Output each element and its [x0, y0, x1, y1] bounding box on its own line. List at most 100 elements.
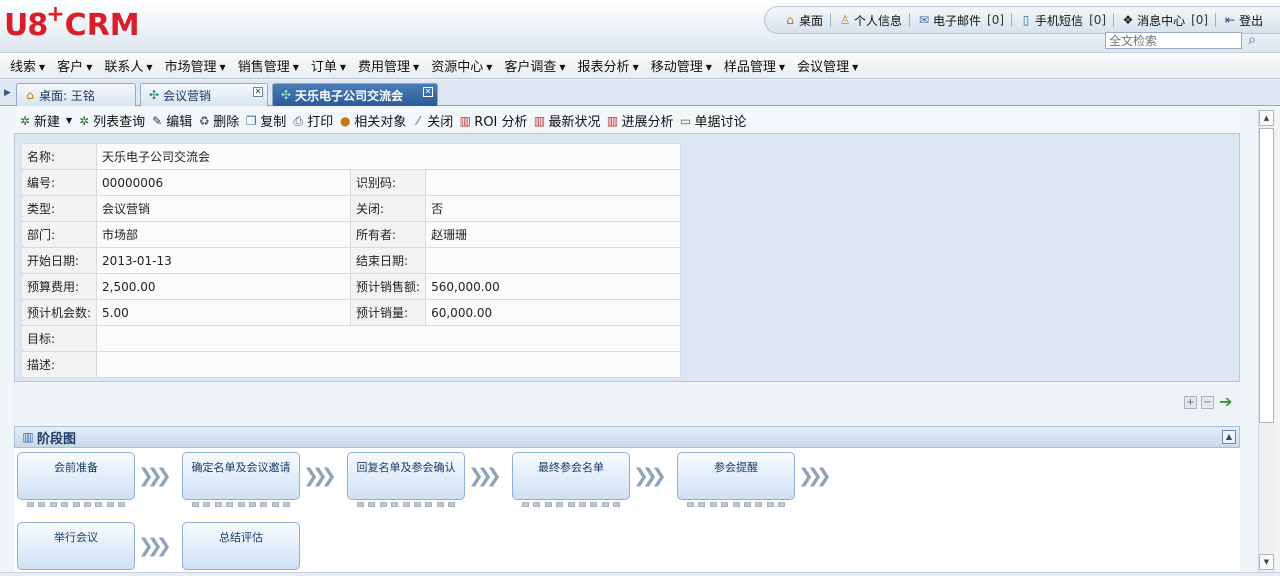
sms-count: [0]	[1089, 13, 1107, 27]
chart-icon: ▥	[459, 113, 471, 128]
roi-analysis-button[interactable]: ▥ ROI 分析	[458, 111, 528, 131]
profile-link[interactable]: ♙ 个人信息	[838, 12, 902, 29]
desk-link[interactable]: ⌂ 桌面	[783, 12, 823, 29]
menu-leads[interactable]: 线索 ▼	[10, 56, 45, 75]
progress-chart-icon: ▥	[606, 113, 619, 128]
name-label: 名称:	[20, 143, 98, 170]
menu-meetings[interactable]: 会议管理 ▼	[797, 56, 858, 75]
collapse-icon[interactable]: ▲	[1222, 430, 1236, 444]
expected-opps-label: 预计机会数:	[20, 299, 98, 326]
print-button[interactable]: ⎙ 打印	[291, 111, 333, 131]
logo-plus: +	[46, 2, 65, 27]
stage-arrow-icon: ❯❯❯	[303, 465, 337, 487]
section-spacer	[14, 384, 1240, 424]
stage-box[interactable]: 确定名单及会议邀请	[182, 452, 300, 500]
stage-arrow-icon: ❯❯❯	[468, 465, 502, 487]
type-label: 类型:	[20, 195, 98, 222]
sms-link[interactable]: ▯ 手机短信 [0]	[1019, 12, 1106, 29]
scroll-up-icon[interactable]: ▲	[1259, 110, 1274, 126]
related-objects-button[interactable]: ● 相关对象	[338, 111, 406, 131]
logout-link[interactable]: ⇤ 登出	[1223, 12, 1263, 29]
owner-label: 所有者:	[350, 221, 427, 248]
end-date-value	[425, 247, 682, 274]
dept-value: 市场部	[96, 221, 352, 248]
latest-status-button[interactable]: ▥ 最新状况	[533, 111, 601, 131]
list-query-button[interactable]: ✲ 列表查询	[77, 111, 145, 131]
tab-scroll-left-icon[interactable]: ▶	[4, 82, 12, 104]
status-chart-icon: ▥	[533, 113, 546, 128]
menu-contacts[interactable]: 联系人 ▼	[104, 56, 152, 75]
close-icon[interactable]: ✕	[253, 87, 263, 97]
trash-icon: ♻	[198, 113, 210, 128]
user-icon: ♙	[839, 13, 851, 27]
idcode-value	[425, 169, 682, 196]
closed-value: 否	[425, 195, 682, 222]
expand-all-icon[interactable]: +	[1184, 396, 1197, 409]
goal-value	[96, 325, 682, 352]
logo-u8: U8	[4, 8, 48, 43]
close-icon[interactable]: ✕	[423, 87, 433, 97]
budget-label: 预算费用:	[20, 273, 98, 300]
menu-expenses[interactable]: 费用管理 ▼	[358, 56, 419, 75]
menu-mobile[interactable]: 移动管理 ▼	[651, 56, 712, 75]
stage-arrow-icon: ❯❯❯	[798, 465, 832, 487]
stage-progress	[677, 502, 795, 508]
stage-box[interactable]: 会前准备	[17, 452, 135, 500]
tab-desktop[interactable]: ⌂ 桌面: 王铭	[16, 83, 136, 106]
stage-arrow-icon: ❯❯❯	[138, 465, 172, 487]
dept-label: 部门:	[20, 221, 98, 248]
edit-button[interactable]: ✎ 编辑	[150, 111, 192, 131]
meeting-icon: ✣	[148, 88, 160, 102]
menu-reports[interactable]: 报表分析 ▼	[578, 56, 639, 75]
copy-button[interactable]: ❐ 复制	[244, 111, 286, 131]
menu-customers[interactable]: 客户 ▼	[57, 56, 92, 75]
stage-arrow-icon: ❯❯❯	[633, 465, 667, 487]
messages-link[interactable]: ❖ 消息中心 [0]	[1121, 12, 1208, 29]
menu-samples[interactable]: 样品管理 ▼	[724, 56, 785, 75]
type-value: 会议营销	[96, 195, 352, 222]
email-link[interactable]: ✉ 电子邮件 [0]	[917, 12, 1004, 29]
menu-sales[interactable]: 销售管理 ▼	[238, 56, 299, 75]
owner-value: 赵珊珊	[425, 221, 682, 248]
menu-resources[interactable]: 资源中心 ▼	[431, 56, 492, 75]
start-date-value: 2013-01-13	[96, 247, 352, 274]
expected-sales-value: 560,000.00	[425, 273, 682, 300]
collapse-all-icon[interactable]: −	[1201, 396, 1214, 409]
menu-surveys[interactable]: 客户调查 ▼	[504, 56, 565, 75]
arrow-right-icon[interactable]: ➔	[1219, 393, 1237, 411]
stage-box[interactable]: 回复名单及参会确认	[347, 452, 465, 500]
new-icon: ✲	[19, 113, 31, 128]
phone-icon: ▯	[1022, 13, 1030, 27]
list-icon: ✲	[79, 113, 90, 128]
stage-box[interactable]: 举行会议	[17, 522, 135, 570]
expected-sales-label: 预计销售额:	[350, 273, 427, 300]
home-icon: ⌂	[26, 88, 34, 102]
progress-analysis-button[interactable]: ▥ 进展分析	[606, 111, 674, 131]
idcode-label: 识别码:	[350, 169, 427, 196]
logo-crm: CRM	[64, 8, 140, 43]
stage-box[interactable]: 总结评估	[182, 522, 300, 570]
start-date-label: 开始日期:	[20, 247, 98, 274]
search-icon[interactable]: ⌕	[1244, 32, 1260, 48]
expected-qty-label: 预计销量:	[350, 299, 427, 326]
discussion-button[interactable]: ▭ 单据讨论	[679, 111, 747, 131]
discussion-icon: ▭	[679, 113, 692, 128]
code-label: 编号:	[20, 169, 98, 196]
scroll-down-icon[interactable]: ▼	[1259, 554, 1274, 570]
home-icon: ⌂	[786, 13, 794, 27]
stage-arrow-icon: ❯❯❯	[138, 535, 172, 557]
stage-box[interactable]: 最终参会名单	[512, 452, 630, 500]
fulltext-search-input[interactable]	[1105, 32, 1242, 49]
close-record-icon: ⁄	[417, 113, 420, 128]
tab-meeting-marketing[interactable]: ✣ 会议营销 ✕	[140, 83, 268, 106]
stage-progress	[17, 502, 135, 508]
scrollbar-thumb[interactable]	[1259, 128, 1274, 423]
new-button[interactable]: ✲ 新建 ▼	[18, 111, 72, 131]
record-toolbar: ✲ 新建 ▼ ✲ 列表查询 ✎ 编辑 ♻ 删除 ❐ 复制 ⎙ 打印 ● 相关对象 ⁄ 关闭 ▥ RO…	[14, 108, 1240, 133]
tab-tianle-meeting[interactable]: ✣ 天乐电子公司交流会 ✕	[272, 83, 438, 106]
stage-box[interactable]: 参会提醒	[677, 452, 795, 500]
menu-marketing[interactable]: 市场管理 ▼	[165, 56, 226, 75]
close-record-button[interactable]: ⁄ 关闭	[411, 111, 453, 131]
delete-button[interactable]: ♻ 删除	[197, 111, 239, 131]
menu-orders[interactable]: 订单 ▼	[311, 56, 346, 75]
